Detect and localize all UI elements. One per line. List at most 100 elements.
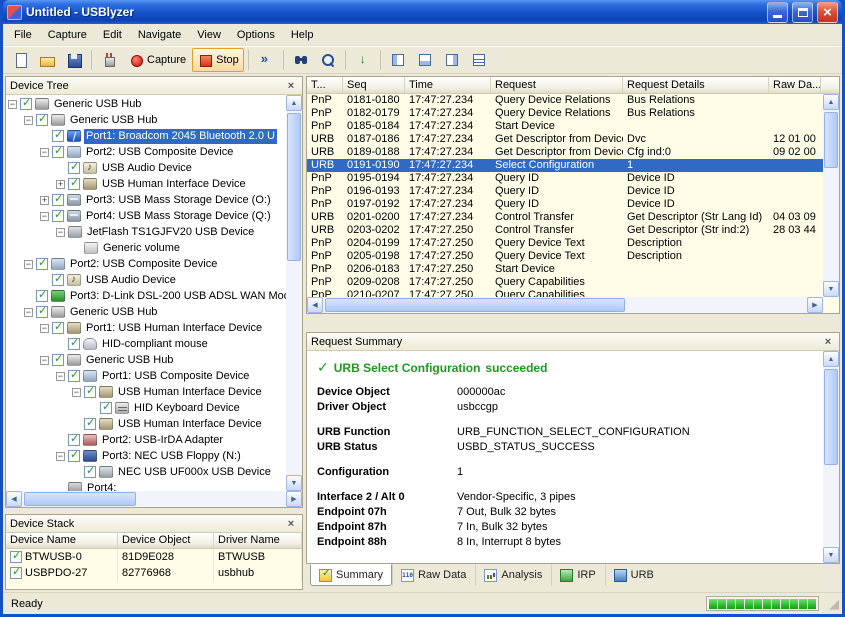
device-checkbox[interactable] bbox=[36, 306, 48, 318]
event-row[interactable]: PnP0195-019417:47:27.234Query IDDevice I… bbox=[307, 172, 823, 185]
event-row[interactable]: PnP0210-020717:47:27.250Query Capabiliti… bbox=[307, 289, 823, 297]
device-checkbox[interactable] bbox=[84, 386, 96, 398]
collapse-icon[interactable] bbox=[72, 388, 81, 397]
device-checkbox[interactable] bbox=[52, 194, 64, 206]
tree-node[interactable]: HID Keyboard Device bbox=[6, 400, 286, 416]
event-row[interactable]: PnP0205-019817:47:27.250Query Device Tex… bbox=[307, 250, 823, 263]
scroll-right-icon[interactable] bbox=[286, 491, 302, 507]
scroll-down-icon[interactable] bbox=[286, 475, 302, 491]
collapse-icon[interactable] bbox=[40, 324, 49, 333]
menu-item-file[interactable]: File bbox=[6, 26, 40, 44]
collapse-icon[interactable] bbox=[40, 356, 49, 365]
device-checkbox[interactable] bbox=[10, 567, 22, 579]
column-header-driver-name[interactable]: Driver Name bbox=[214, 533, 302, 548]
device-checkbox[interactable] bbox=[36, 258, 48, 270]
device-checkbox[interactable] bbox=[68, 370, 80, 382]
collapse-icon[interactable] bbox=[24, 308, 33, 317]
tab-summary[interactable]: Summary bbox=[310, 564, 392, 586]
stop-button[interactable]: Stop bbox=[192, 48, 244, 72]
collapse-icon[interactable] bbox=[40, 212, 49, 221]
scroll-up-icon[interactable] bbox=[823, 94, 839, 110]
zoom-button[interactable] bbox=[315, 48, 341, 72]
device-tree-close-button[interactable] bbox=[284, 79, 298, 93]
device-checkbox[interactable] bbox=[10, 551, 22, 563]
device-checkbox[interactable] bbox=[84, 466, 96, 478]
tree-node[interactable]: Port1: Broadcom 2045 Bluetooth 2.0 U bbox=[6, 128, 286, 144]
usb-device-filter-button[interactable] bbox=[96, 48, 122, 72]
device-stack-close-button[interactable] bbox=[284, 517, 298, 531]
column-header-t[interactable]: T... bbox=[307, 77, 343, 93]
scroll-down-icon[interactable] bbox=[823, 281, 839, 297]
summary-vertical-scrollbar[interactable] bbox=[823, 351, 839, 563]
device-stack-row[interactable]: BTWUSB-081D9E028BTWUSB bbox=[6, 549, 302, 565]
scrollbar-thumb[interactable] bbox=[824, 369, 838, 465]
minimize-button[interactable] bbox=[767, 2, 788, 23]
tree-node[interactable]: USB Audio Device bbox=[6, 272, 286, 288]
column-header-device-object[interactable]: Device Object bbox=[118, 533, 214, 548]
tab-analysis[interactable]: Analysis bbox=[475, 564, 551, 586]
collapse-icon[interactable] bbox=[24, 260, 33, 269]
find-button[interactable] bbox=[288, 48, 314, 72]
event-row[interactable]: PnP0185-018417:47:27.234Start Device bbox=[307, 120, 823, 133]
event-row[interactable]: URB0191-019017:47:27.234Select Configura… bbox=[307, 159, 823, 172]
autoscroll-button[interactable] bbox=[350, 48, 376, 72]
event-row[interactable]: PnP0196-019317:47:27.234Query IDDevice I… bbox=[307, 185, 823, 198]
horizontal-splitter[interactable] bbox=[306, 314, 840, 332]
tree-node[interactable]: Port4: bbox=[6, 480, 286, 491]
scroll-up-icon[interactable] bbox=[286, 95, 302, 111]
device-checkbox[interactable] bbox=[52, 322, 64, 334]
device-tree-vertical-scrollbar[interactable] bbox=[286, 95, 302, 491]
device-stack-row[interactable]: USBPDO-2782776968usbhub bbox=[6, 565, 302, 581]
tree-node[interactable]: Generic USB Hub bbox=[6, 304, 286, 320]
request-summary-close-button[interactable] bbox=[821, 335, 835, 349]
device-checkbox[interactable] bbox=[36, 114, 48, 126]
event-row[interactable]: PnP0181-018017:47:27.234Query Device Rel… bbox=[307, 94, 823, 107]
device-checkbox[interactable] bbox=[68, 162, 80, 174]
expand-icon[interactable] bbox=[56, 180, 65, 189]
menu-item-options[interactable]: Options bbox=[229, 26, 283, 44]
capture-button[interactable]: Capture bbox=[123, 48, 191, 72]
event-row[interactable]: PnP0206-018317:47:27.250Start Device bbox=[307, 263, 823, 276]
device-checkbox[interactable] bbox=[52, 130, 64, 142]
column-header-time[interactable]: Time bbox=[405, 77, 491, 93]
collapse-icon[interactable] bbox=[40, 148, 49, 157]
scrollbar-thumb[interactable] bbox=[325, 298, 625, 312]
tree-node[interactable]: USB Audio Device bbox=[6, 160, 286, 176]
event-row[interactable]: PnP0204-019917:47:27.250Query Device Tex… bbox=[307, 237, 823, 250]
scroll-down-icon[interactable] bbox=[823, 547, 839, 563]
tree-node[interactable]: Port3: NEC USB Floppy (N:) bbox=[6, 448, 286, 464]
tab-raw-data[interactable]: 110Raw Data bbox=[392, 564, 475, 586]
device-checkbox[interactable] bbox=[52, 146, 64, 158]
menu-item-view[interactable]: View bbox=[189, 26, 229, 44]
toggle-device-tree-pane-button[interactable] bbox=[385, 48, 411, 72]
tree-node[interactable]: USB Human Interface Device bbox=[6, 416, 286, 432]
column-header-request-details[interactable]: Request Details bbox=[623, 77, 769, 93]
scrollbar-thumb[interactable] bbox=[24, 492, 136, 506]
tree-node[interactable]: Generic volume bbox=[6, 240, 286, 256]
device-checkbox[interactable] bbox=[52, 210, 64, 222]
title-bar[interactable]: Untitled - USBlyzer bbox=[3, 0, 842, 24]
device-checkbox[interactable] bbox=[68, 338, 80, 350]
tree-node[interactable]: Port3: USB Mass Storage Device (O:) bbox=[6, 192, 286, 208]
event-row[interactable]: PnP0182-017917:47:27.234Query Device Rel… bbox=[307, 107, 823, 120]
goto-event-button[interactable] bbox=[253, 48, 279, 72]
toggle-summary-pane-button[interactable] bbox=[439, 48, 465, 72]
events-horizontal-scrollbar[interactable] bbox=[307, 297, 823, 313]
event-row[interactable]: URB0201-020017:47:27.234Control Transfer… bbox=[307, 211, 823, 224]
collapse-icon[interactable] bbox=[56, 372, 65, 381]
tab-urb[interactable]: URB bbox=[605, 564, 663, 586]
tree-node[interactable]: Port2: USB Composite Device bbox=[6, 256, 286, 272]
tree-node[interactable]: USB Human Interface Device bbox=[6, 384, 286, 400]
scroll-left-icon[interactable] bbox=[307, 297, 323, 313]
scroll-up-icon[interactable] bbox=[823, 351, 839, 367]
device-checkbox[interactable] bbox=[100, 402, 112, 414]
tree-node[interactable]: JetFlash TS1GJFV20 USB Device bbox=[6, 224, 286, 240]
menu-item-navigate[interactable]: Navigate bbox=[130, 26, 189, 44]
tree-node[interactable]: Generic USB Hub bbox=[6, 96, 286, 112]
menu-item-capture[interactable]: Capture bbox=[40, 26, 95, 44]
menu-item-help[interactable]: Help bbox=[283, 26, 322, 44]
save-file-button[interactable] bbox=[61, 48, 87, 72]
collapse-icon[interactable] bbox=[56, 228, 65, 237]
toggle-grid-pane-button[interactable] bbox=[466, 48, 492, 72]
toggle-device-stack-pane-button[interactable] bbox=[412, 48, 438, 72]
